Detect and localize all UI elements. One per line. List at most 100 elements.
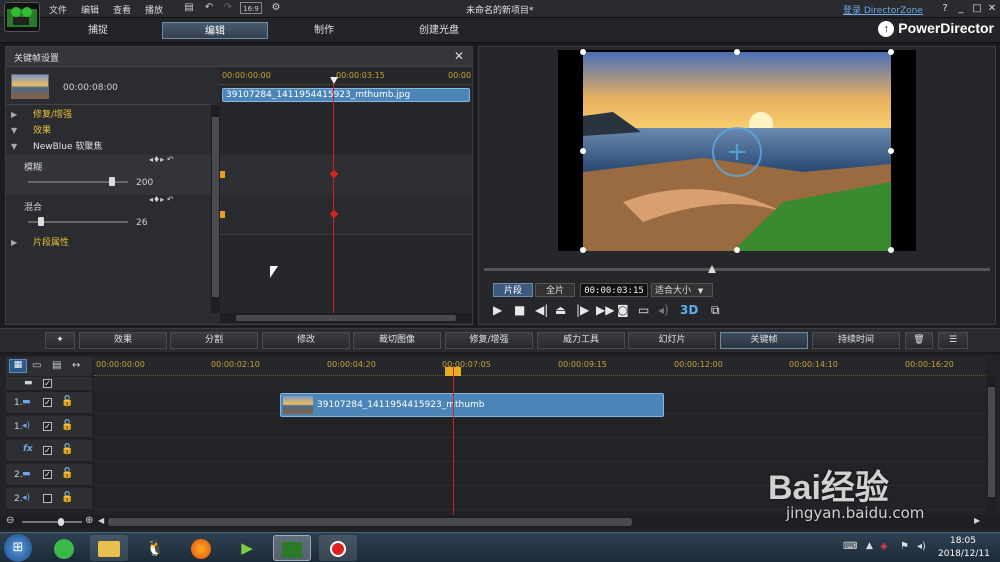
section-fix[interactable]: ▶ 修复/增强 bbox=[11, 108, 216, 122]
kf-playhead-handle[interactable] bbox=[330, 77, 338, 84]
resize-handle[interactable] bbox=[580, 247, 586, 253]
fast-forward-icon[interactable]: ▶▶ bbox=[596, 303, 614, 317]
track-manager-icon[interactable]: ▤ bbox=[52, 360, 61, 371]
menu-play[interactable]: 播放 bbox=[145, 3, 163, 16]
resize-handle[interactable] bbox=[888, 49, 894, 55]
keyframe-hscroll[interactable] bbox=[220, 313, 472, 323]
taskbar-app-powerdirector[interactable] bbox=[273, 535, 311, 561]
play-icon[interactable]: ▶ bbox=[493, 303, 502, 317]
taskbar-time[interactable]: 18:05 bbox=[950, 536, 976, 546]
power-tools-button[interactable]: 威力工具 bbox=[537, 332, 625, 349]
taskbar-app-360[interactable] bbox=[45, 535, 83, 561]
3d-toggle-button[interactable]: 3D bbox=[680, 303, 698, 317]
crop-image-button[interactable]: 裁切图像 bbox=[353, 332, 441, 349]
zoom-in-icon[interactable]: ⊕ bbox=[85, 515, 93, 526]
kf-keyframe-marker[interactable] bbox=[220, 171, 225, 178]
panel-close-icon[interactable]: ✕ bbox=[454, 49, 464, 63]
delete-button[interactable]: 🗑 bbox=[905, 332, 933, 349]
maximize-button[interactable]: □ bbox=[970, 2, 984, 15]
menu-file[interactable]: 文件 bbox=[49, 3, 67, 16]
settings-gear-icon[interactable]: ⚙ bbox=[270, 2, 282, 14]
start-button[interactable]: ⊞ bbox=[4, 534, 32, 562]
tab-create-disc[interactable]: 创建光盘 bbox=[386, 22, 492, 39]
minimize-button[interactable]: _ bbox=[954, 2, 968, 15]
magic-tools-button[interactable]: ✦ bbox=[45, 332, 75, 349]
taskbar-date[interactable]: 2018/12/11 bbox=[938, 549, 990, 559]
slideshow-button[interactable]: 幻灯片 bbox=[628, 332, 716, 349]
preview-image[interactable]: + bbox=[583, 52, 891, 251]
scroll-left-icon[interactable]: ◀ bbox=[98, 516, 104, 525]
directorzone-link[interactable]: 登录 DirectorZone bbox=[843, 3, 923, 16]
undo-icon[interactable]: ↶ bbox=[203, 2, 215, 14]
timeline-vscroll-thumb[interactable] bbox=[988, 387, 995, 497]
section-clip-props[interactable]: ▶ 片段属性 bbox=[11, 236, 216, 250]
taskbar-app-qq[interactable]: 🐧 bbox=[136, 535, 174, 561]
timeline-vscroll[interactable] bbox=[987, 377, 996, 512]
more-options-button[interactable]: ☰ bbox=[938, 332, 968, 349]
fix-enhance-button[interactable]: 修复/增强 bbox=[445, 332, 533, 349]
split-button[interactable]: 分割 bbox=[170, 332, 258, 349]
kf-keyframe-marker[interactable] bbox=[220, 211, 225, 218]
volume-icon[interactable]: ◂) bbox=[658, 303, 669, 317]
timeline-clip[interactable]: 39107284_1411954415923_mthumb bbox=[280, 393, 664, 417]
menu-edit[interactable]: 编辑 bbox=[81, 3, 99, 16]
menu-view[interactable]: 查看 bbox=[113, 3, 131, 16]
lock-icon[interactable]: 🔓 bbox=[61, 492, 73, 503]
zoom-slider[interactable] bbox=[22, 521, 82, 523]
save-icon[interactable]: ▤ bbox=[183, 2, 195, 14]
lock-icon[interactable]: 🔓 bbox=[61, 468, 73, 479]
param-mix-keyframe-nav[interactable]: ◂♦▸ ↶ bbox=[149, 195, 173, 204]
camera-icon[interactable]: ◙ bbox=[617, 303, 629, 317]
resize-handle[interactable] bbox=[580, 148, 586, 154]
track-view-icon[interactable]: ▦ bbox=[9, 359, 27, 373]
section-effect[interactable]: ▼ 效果 bbox=[11, 124, 216, 138]
duration-button[interactable]: 持续时间 bbox=[812, 332, 900, 349]
tray-security-icon[interactable]: ◈ bbox=[880, 541, 888, 552]
tray-expand-icon[interactable]: ▲ bbox=[866, 541, 873, 551]
keyframe-vscroll[interactable] bbox=[211, 105, 220, 313]
tab-produce[interactable]: 制作 bbox=[271, 22, 377, 39]
aspect-ratio-button[interactable]: 16:9 bbox=[240, 2, 262, 14]
storyboard-view-icon[interactable]: ▭ bbox=[32, 360, 41, 371]
lane-audio-1[interactable] bbox=[94, 416, 986, 438]
redo-icon[interactable]: ↷ bbox=[222, 2, 234, 14]
preview-scrub-bar[interactable] bbox=[484, 268, 990, 271]
taskbar-app-explorer[interactable] bbox=[90, 535, 128, 561]
zoom-out-icon[interactable]: ⊖ bbox=[6, 515, 14, 526]
tab-edit[interactable]: 编辑 bbox=[162, 22, 268, 39]
effect-button[interactable]: 效果 bbox=[79, 332, 167, 349]
timeline-playhead[interactable] bbox=[453, 367, 454, 516]
kf-playhead[interactable] bbox=[333, 77, 334, 313]
lock-icon[interactable]: 🔓 bbox=[61, 396, 73, 407]
taskbar-app-firefox[interactable] bbox=[182, 535, 220, 561]
param-blur-slider-thumb[interactable] bbox=[109, 177, 115, 186]
close-button[interactable]: ✕ bbox=[985, 2, 999, 15]
track-enable-checkbox[interactable] bbox=[43, 494, 52, 503]
track-enable-checkbox[interactable]: ✓ bbox=[43, 422, 52, 431]
track-enable-checkbox[interactable]: ✓ bbox=[43, 446, 52, 455]
keyframe-vscroll-thumb[interactable] bbox=[212, 117, 219, 297]
resize-handle[interactable] bbox=[888, 148, 894, 154]
track-enable-checkbox[interactable]: ✓ bbox=[43, 398, 52, 407]
param-mix-slider-thumb[interactable] bbox=[38, 217, 44, 226]
timecode-display[interactable]: 00:00:03:15 bbox=[580, 283, 648, 297]
resize-handle[interactable] bbox=[580, 49, 586, 55]
mode-clip-button[interactable]: 片段 bbox=[493, 283, 533, 297]
resize-handle[interactable] bbox=[734, 49, 740, 55]
taskbar-app-video[interactable]: ▶ bbox=[228, 535, 266, 561]
resize-handle[interactable] bbox=[888, 247, 894, 253]
track-enable-checkbox[interactable]: ✓ bbox=[43, 470, 52, 479]
kf-clip-bar[interactable]: 39107284_1411954415923_mthumb.jpg bbox=[222, 88, 470, 102]
keyframe-hscroll-thumb[interactable] bbox=[236, 315, 456, 321]
fit-timeline-icon[interactable]: ↔ bbox=[72, 360, 80, 371]
resize-handle[interactable] bbox=[734, 247, 740, 253]
timeline-hscroll-thumb[interactable] bbox=[108, 518, 632, 526]
stop-icon[interactable]: ■ bbox=[514, 303, 525, 317]
help-button[interactable]: ? bbox=[938, 2, 952, 15]
previous-frame-icon[interactable]: ◀| bbox=[535, 303, 548, 317]
keyframe-button[interactable]: 关键帧 bbox=[720, 332, 808, 349]
tray-flag-icon[interactable]: ⚑ bbox=[900, 541, 909, 552]
lock-icon[interactable]: 🔓 bbox=[61, 420, 73, 431]
external-display-icon[interactable]: ▭ bbox=[638, 303, 649, 317]
tab-capture[interactable]: 捕捉 bbox=[45, 22, 151, 39]
